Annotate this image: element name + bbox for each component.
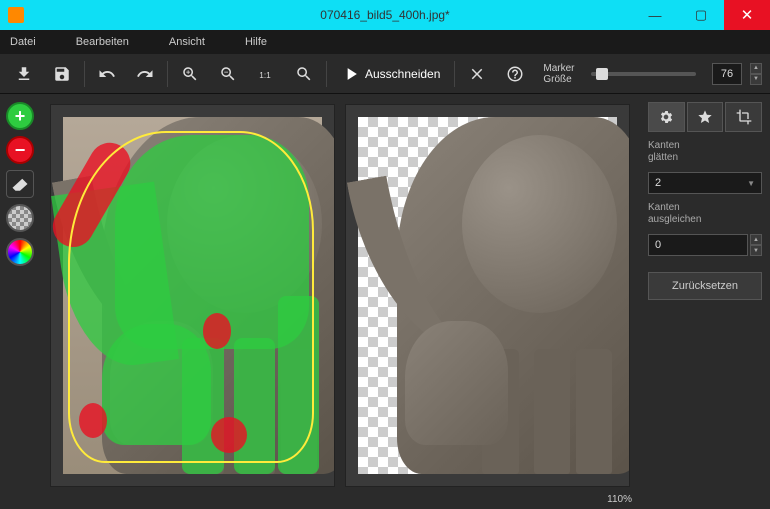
star-icon [697, 109, 713, 125]
chevron-down-icon[interactable]: ▼ [750, 74, 762, 85]
chevron-up-icon[interactable]: ▲ [750, 63, 762, 74]
play-icon [341, 64, 361, 84]
save-button[interactable] [46, 58, 78, 90]
chevron-down-icon: ▼ [747, 179, 755, 188]
cut-label: Ausschneiden [365, 67, 440, 81]
slider-thumb[interactable] [596, 68, 608, 80]
menu-edit[interactable]: Bearbeiten [76, 36, 129, 48]
close-button[interactable]: ✕ [724, 0, 770, 30]
plus-icon: + [15, 107, 26, 125]
minus-icon: − [15, 141, 26, 159]
reset-button[interactable]: Zurücksetzen [648, 272, 762, 300]
chevron-down-icon[interactable]: ▼ [750, 245, 762, 256]
offset-edges-label: Kantenausgleichen [648, 202, 762, 226]
source-panel[interactable] [50, 104, 335, 487]
help-icon-button[interactable] [499, 58, 531, 90]
discard-button[interactable] [461, 58, 493, 90]
marker-size-slider[interactable] [591, 72, 696, 76]
cut-button[interactable]: Ausschneiden [333, 60, 448, 88]
marker-size-label: MarkerGröße [543, 63, 574, 85]
undo-button[interactable] [91, 58, 123, 90]
eraser-icon [11, 177, 29, 191]
gear-icon [658, 109, 674, 125]
tool-column: + − [0, 94, 40, 509]
add-marker-tool[interactable]: + [6, 102, 34, 130]
zoom-indicator: 110% [607, 494, 632, 505]
menu-view[interactable]: Ansicht [169, 36, 205, 48]
svg-text:1:1: 1:1 [259, 70, 271, 79]
color-tool[interactable] [6, 238, 34, 266]
eraser-tool[interactable] [6, 170, 34, 198]
titlebar[interactable]: 070416_bild5_400h.jpg* — ▢ ✕ [0, 0, 770, 30]
app-icon [8, 7, 24, 23]
menu-file[interactable]: Datei [10, 36, 36, 48]
app-window: 070416_bild5_400h.jpg* — ▢ ✕ Datei Bearb… [0, 0, 770, 509]
tab-settings[interactable] [648, 102, 685, 132]
marker-size-value[interactable]: 76 [712, 63, 742, 85]
offset-spinner[interactable]: ▲▼ [750, 234, 762, 256]
right-panel: Kantenglätten 2 ▼ Kantenausgleichen 0 ▲▼… [640, 94, 770, 509]
result-panel[interactable] [345, 104, 630, 487]
tab-crop[interactable] [725, 102, 762, 132]
open-button[interactable] [8, 58, 40, 90]
smooth-edges-select[interactable]: 2 ▼ [648, 172, 762, 194]
marker-size-spinner[interactable]: ▲▼ [750, 63, 762, 85]
background-tool[interactable] [6, 204, 34, 232]
zoom-actual-button[interactable]: 1:1 [250, 58, 282, 90]
crop-icon [736, 109, 752, 125]
main-area: + − [0, 94, 770, 509]
smooth-edges-label: Kantenglätten [648, 140, 762, 164]
maximize-button[interactable]: ▢ [678, 0, 724, 30]
zoom-out-button[interactable] [212, 58, 244, 90]
window-title: 070416_bild5_400h.jpg* [320, 8, 449, 22]
zoom-fit-button[interactable] [288, 58, 320, 90]
menubar: Datei Bearbeiten Ansicht Hilfe [0, 30, 770, 54]
offset-edges-input[interactable]: 0 [648, 234, 748, 256]
redo-button[interactable] [129, 58, 161, 90]
toolbar: 1:1 Ausschneiden MarkerGröße 76 ▲▼ [0, 54, 770, 94]
remove-marker-tool[interactable]: − [6, 136, 34, 164]
tab-favorites[interactable] [687, 102, 724, 132]
minimize-button[interactable]: — [632, 0, 678, 30]
chevron-up-icon[interactable]: ▲ [750, 234, 762, 245]
menu-help[interactable]: Hilfe [245, 36, 267, 48]
zoom-in-button[interactable] [174, 58, 206, 90]
canvas-area: 110% [40, 94, 640, 509]
